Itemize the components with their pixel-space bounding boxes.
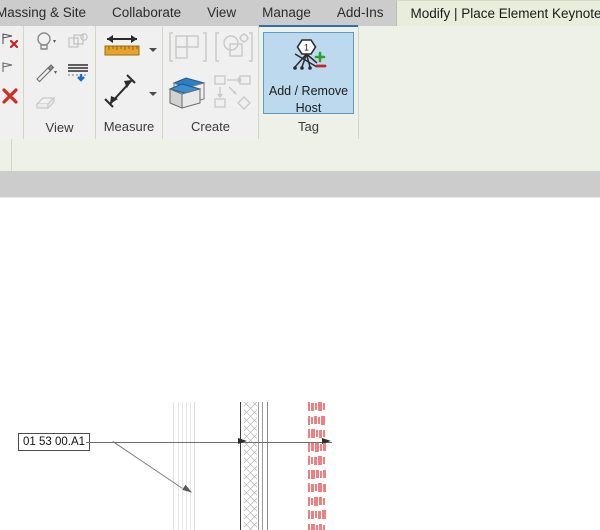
edit-group-flow-icon[interactable] <box>212 73 256 116</box>
svg-text:1: 1 <box>303 43 308 53</box>
delete-icon[interactable] <box>0 86 22 111</box>
cope-icon[interactable] <box>0 30 22 57</box>
wall-element-right[interactable] <box>240 402 268 530</box>
leader-arrowhead-wall <box>238 438 247 444</box>
panel-modify <box>0 26 24 139</box>
keynote-text-column[interactable] <box>308 400 338 530</box>
panel-measure-label: Measure <box>103 119 155 134</box>
panel-create-label: Create <box>190 119 231 134</box>
panel-measure: Measure <box>96 26 163 139</box>
ribbon: View Measure Create 1 Add / Remove Host … <box>0 25 600 139</box>
panel-view-label: View <box>45 120 74 135</box>
tab-add-ins[interactable]: Add-Ins <box>324 0 397 26</box>
panel-tag-label: Tag <box>298 119 319 134</box>
keynote-text-row <box>308 414 338 428</box>
keynote-text-row <box>308 522 338 530</box>
ribbon-strip-gutter <box>0 139 12 171</box>
tab-modify-place-element-keynote[interactable]: Modify | Place Element Keynote <box>396 0 600 26</box>
tab-massing-site[interactable]: Massing & Site <box>0 0 99 26</box>
add-remove-host-label-line2: Host <box>295 101 322 115</box>
measure-between-references-icon[interactable] <box>101 31 145 70</box>
keynote-text-row <box>308 441 338 455</box>
linework-icon[interactable] <box>65 61 91 90</box>
options-bar[interactable] <box>0 172 600 197</box>
panel-create: Create <box>163 26 259 139</box>
create-similar-icon[interactable] <box>166 73 210 116</box>
aligned-dimension-icon[interactable] <box>102 72 144 117</box>
create-group-icon[interactable] <box>167 29 209 72</box>
dimension-dropdown-arrow-icon[interactable] <box>147 85 159 103</box>
ribbon-secondary-strip <box>0 139 600 172</box>
add-remove-host-button[interactable]: 1 Add / Remove Host <box>263 32 354 115</box>
ribbon-tab-strip: Massing & Site Collaborate View Manage A… <box>0 0 600 26</box>
keynote-text-row <box>308 400 338 414</box>
add-remove-host-label-line1: Add / Remove <box>268 84 349 98</box>
tag-panel-accent-bar <box>259 25 358 27</box>
panel-modify-label <box>0 117 23 139</box>
keynote-tag[interactable]: 01 53 00.A1 <box>18 433 91 451</box>
panel-view: View <box>24 26 96 139</box>
paint-icon[interactable] <box>33 61 59 90</box>
tab-view[interactable]: View <box>194 0 249 26</box>
tab-manage[interactable]: Manage <box>249 0 324 26</box>
wall-element-left[interactable] <box>173 402 195 530</box>
ribbon-empty-area <box>359 26 600 139</box>
keynote-text-row <box>308 468 338 482</box>
cut-profile-icon[interactable] <box>0 60 22 83</box>
wall-hatch-pattern <box>244 402 257 530</box>
revit-window: Massing & Site Collaborate View Manage A… <box>0 0 600 530</box>
canvas-top-edge <box>0 197 600 198</box>
create-part-icon[interactable] <box>213 29 255 72</box>
keynote-text-row <box>308 454 338 468</box>
keynote-text-row <box>308 481 338 495</box>
tab-collaborate[interactable]: Collaborate <box>99 0 194 26</box>
keynote-leader-horizontal[interactable] <box>86 441 332 443</box>
add-remove-host-icon: 1 <box>286 37 332 82</box>
keynote-text-row <box>308 427 338 441</box>
ribbon-tabs: Massing & Site Collaborate View Manage A… <box>0 0 600 26</box>
hide-category-icon[interactable] <box>65 31 91 60</box>
drawing-canvas[interactable]: 01 53 00.A1 <box>0 197 600 530</box>
reveal-hidden-elements-icon[interactable] <box>33 30 59 61</box>
keynote-text-row <box>308 495 338 509</box>
panel-tag: 1 Add / Remove Host Tag <box>259 25 359 139</box>
keynote-text-row <box>308 508 338 522</box>
show-hidden-lines-icon[interactable] <box>33 91 59 118</box>
measure-dropdown-arrow-icon[interactable] <box>147 41 159 59</box>
